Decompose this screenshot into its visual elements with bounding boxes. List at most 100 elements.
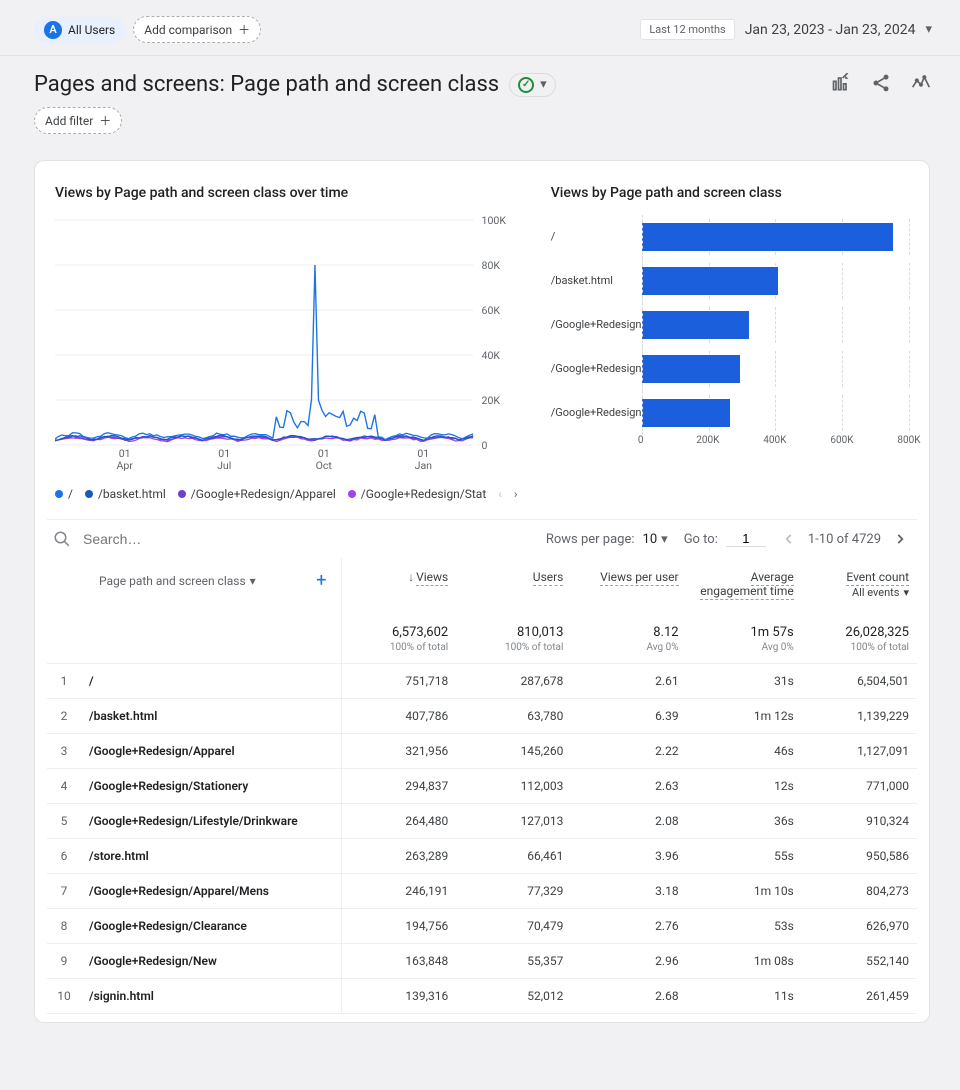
legend-item[interactable]: /basket.html [85, 487, 166, 501]
svg-text:01: 01 [119, 447, 131, 460]
next-page-button[interactable] [893, 532, 907, 546]
goto-input[interactable] [726, 531, 766, 547]
chevron-down-icon[interactable]: ▾ [925, 22, 932, 37]
line-chart[interactable]: 020K40K60K80K100K01Apr01Jul01Oct01Jan [55, 215, 521, 475]
row-index: 6 [47, 839, 81, 874]
dimension-picker[interactable]: Page path and screen class ▾ [99, 574, 256, 588]
col-header-views-per-user[interactable]: Views per user [571, 558, 686, 603]
goto-label: Go to: [684, 532, 718, 547]
svg-text:Jan: Jan [415, 459, 432, 472]
add-filter-label: Add filter [45, 114, 93, 128]
share-icon[interactable] [870, 72, 892, 94]
row-event-count: 1,139,229 [802, 699, 917, 734]
bar-fill [642, 311, 750, 339]
bar-row[interactable]: /Google+Redesign/Lifestyle/… [551, 391, 909, 435]
col-header-users[interactable]: Users [456, 558, 571, 603]
bar-category-label: /Google+Redesign/Lifestyle/… [551, 406, 641, 419]
rows-per-page-label: Rows per page: [546, 532, 635, 547]
bar-chart[interactable]: / /basket.html /Google+Redesign/Apparel … [551, 215, 909, 475]
row-path: / [81, 664, 341, 699]
legend-label: /Google+Redesign/Apparel [191, 487, 336, 501]
table-controls: Rows per page: 10 ▾ Go to: 1-10 of 4729 [47, 519, 917, 558]
add-dimension-button[interactable]: + [316, 570, 326, 591]
table-row[interactable]: 4 /Google+Redesign/Stationery 294,837 11… [47, 769, 917, 804]
audience-label: All Users [68, 23, 115, 37]
bar-row[interactable]: /basket.html [551, 259, 909, 303]
bar-category-label: /basket.html [551, 274, 641, 287]
legend-item[interactable]: /Google+Redesign/Stat [348, 487, 486, 501]
table-row[interactable]: 6 /store.html 263,289 66,461 3.96 55s 95… [47, 839, 917, 874]
period-preset[interactable]: Last 12 months [640, 19, 734, 40]
date-range[interactable]: Jan 23, 2023 - Jan 23, 2024 [745, 22, 916, 38]
table-row[interactable]: 8 /Google+Redesign/Clearance 194,756 70,… [47, 909, 917, 944]
table-row[interactable]: 10 /signin.html 139,316 52,012 2.68 11s … [47, 979, 917, 1014]
legend-prev-icon[interactable]: ‹ [498, 487, 502, 501]
bar-axis-tick: 600K [830, 435, 853, 446]
row-avg-engagement: 12s [687, 769, 802, 804]
row-index: 8 [47, 909, 81, 944]
row-users: 127,013 [456, 804, 571, 839]
svg-text:01: 01 [318, 447, 330, 460]
customize-report-icon[interactable] [830, 72, 852, 94]
row-views-per-user: 6.39 [571, 699, 686, 734]
legend-next-icon[interactable]: › [514, 487, 518, 501]
row-avg-engagement: 46s [687, 734, 802, 769]
legend-item[interactable]: / [55, 487, 73, 501]
bar-row[interactable]: /Google+Redesign/Apparel [551, 303, 909, 347]
bar-axis-tick: 800K [897, 435, 920, 446]
search-icon[interactable] [53, 530, 71, 548]
row-event-count: 804,273 [802, 874, 917, 909]
rows-per-page-select[interactable]: 10 ▾ [643, 532, 668, 547]
svg-text:20K: 20K [482, 394, 501, 407]
row-path: /Google+Redesign/Clearance [81, 909, 341, 944]
bar-axis-tick: 400K [763, 435, 786, 446]
row-path: /Google+Redesign/Lifestyle/Drinkware [81, 804, 341, 839]
chevron-down-icon: ▾ [540, 77, 547, 92]
chevron-down-icon: ▾ [903, 586, 909, 599]
audience-pill[interactable]: A All Users [34, 17, 125, 43]
table-row[interactable]: 3 /Google+Redesign/Apparel 321,956 145,2… [47, 734, 917, 769]
col-header-event-count[interactable]: Event count All events ▾ [802, 558, 917, 603]
sort-desc-icon: ↓ [408, 570, 414, 584]
row-views: 246,191 [341, 874, 456, 909]
svg-text:40K: 40K [482, 349, 501, 362]
row-users: 287,678 [456, 664, 571, 699]
chevron-down-icon: ▾ [250, 574, 256, 588]
table-row[interactable]: 5 /Google+Redesign/Lifestyle/Drinkware 2… [47, 804, 917, 839]
bar-row[interactable]: / [551, 215, 909, 259]
row-event-count: 626,970 [802, 909, 917, 944]
bar-row[interactable]: /Google+Redesign/Stationery [551, 347, 909, 391]
svg-text:80K: 80K [482, 259, 501, 272]
table-row[interactable]: 2 /basket.html 407,786 63,780 6.39 1m 12… [47, 699, 917, 734]
row-views-per-user: 3.96 [571, 839, 686, 874]
page-range-label: 1-10 of 4729 [808, 532, 881, 547]
event-count-selector[interactable]: All events ▾ [852, 586, 909, 599]
plus-icon: ＋ [238, 21, 250, 38]
total-vpu-sub: Avg 0% [571, 642, 686, 664]
row-views: 294,837 [341, 769, 456, 804]
line-chart-legend: / /basket.html/Google+Redesign/Apparel/Go… [55, 487, 521, 501]
search-input[interactable] [83, 531, 283, 547]
report-status-pill[interactable]: ✓ ▾ [509, 73, 556, 97]
table-row[interactable]: 7 /Google+Redesign/Apparel/Mens 246,191 … [47, 874, 917, 909]
prev-page-button[interactable] [782, 532, 796, 546]
row-path: /basket.html [81, 699, 341, 734]
legend-label: /basket.html [98, 487, 166, 501]
legend-item[interactable]: /Google+Redesign/Apparel [178, 487, 336, 501]
add-filter-button[interactable]: Add filter ＋ [34, 107, 122, 134]
table-row[interactable]: 9 /Google+Redesign/New 163,848 55,357 2.… [47, 944, 917, 979]
line-chart-title: Views by Page path and screen class over… [55, 185, 521, 201]
legend-label: / [68, 487, 73, 501]
total-aet-sub: Avg 0% [687, 642, 802, 664]
table-row[interactable]: 1 / 751,718 287,678 2.61 31s 6,504,501 [47, 664, 917, 699]
col-header-avg-engagement[interactable]: Average engagement time [687, 558, 802, 603]
bar-fill [642, 399, 730, 427]
add-comparison-button[interactable]: Add comparison ＋ [133, 16, 261, 43]
row-avg-engagement: 11s [687, 979, 802, 1014]
row-event-count: 1,127,091 [802, 734, 917, 769]
insights-icon[interactable] [910, 72, 932, 94]
col-header-views[interactable]: ↓Views [341, 558, 456, 603]
total-views: 6,573,602 [341, 603, 456, 642]
svg-text:Oct: Oct [316, 459, 332, 472]
svg-text:0: 0 [482, 439, 488, 452]
